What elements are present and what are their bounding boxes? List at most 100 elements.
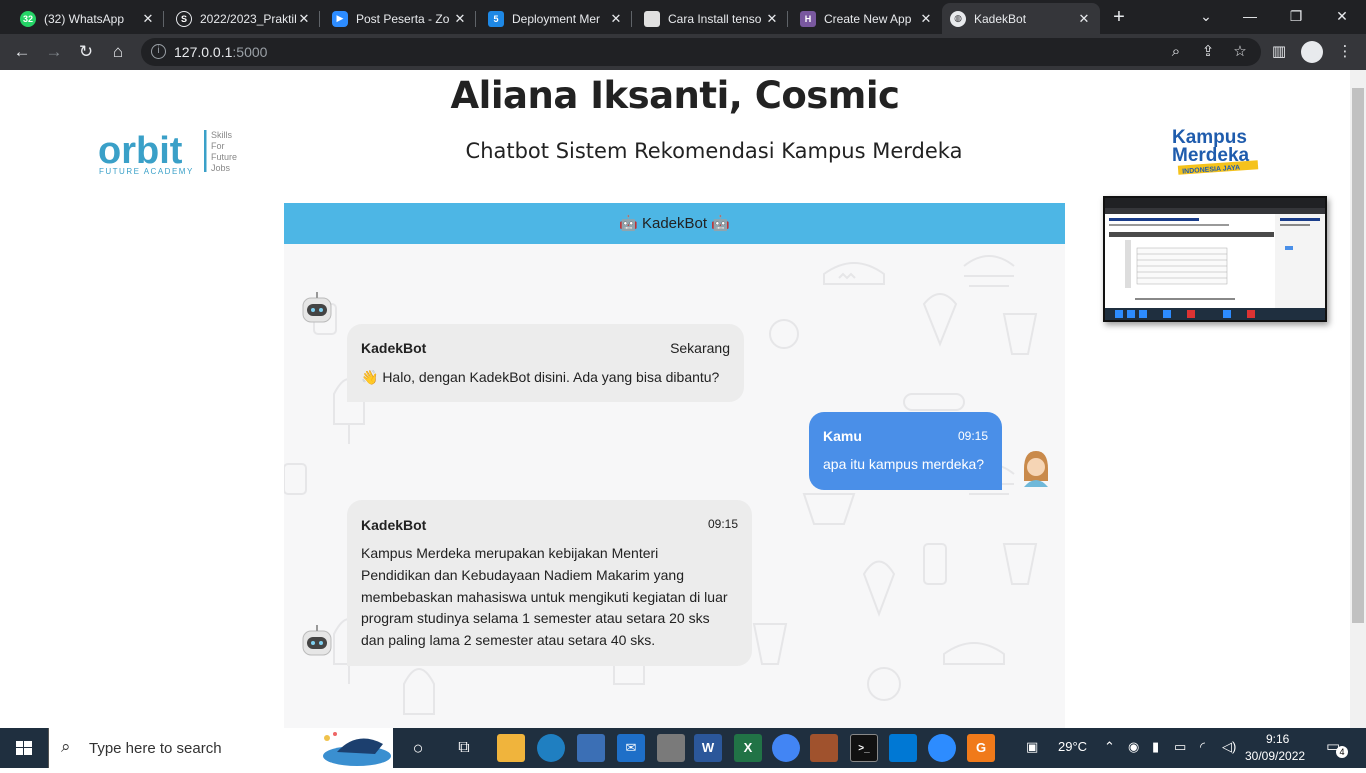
tab-heroku[interactable]: H Create New App ✕	[792, 3, 942, 34]
close-icon[interactable]: ✕	[918, 11, 934, 27]
side-panel-icon[interactable]: ▥	[1268, 41, 1290, 63]
message-sender: KadekBot	[361, 340, 427, 356]
tab-praktik[interactable]: S 2022/2023_Praktik ✕	[168, 3, 320, 34]
share-icon[interactable]: ⇪	[1197, 41, 1219, 63]
message-line: program studinya selama 1 semester atau …	[361, 610, 710, 626]
app-icon[interactable]	[657, 734, 685, 762]
tab-title: KadekBot	[974, 11, 1027, 26]
chat-window: 🤖 KadekBot 🤖 KadekBot Sekarang 👋 Halo, d…	[283, 203, 1065, 728]
profile-avatar[interactable]	[1301, 41, 1323, 63]
message-line: membebaskan mahasiswa untuk mengikuti ke…	[361, 589, 728, 605]
globe-icon: ◍	[950, 10, 966, 27]
mail-icon[interactable]: ✉	[617, 734, 645, 762]
page-content: Aliana Iksanti, Cosmic Chatbot Sistem Re…	[0, 70, 1350, 728]
svg-text:Jobs: Jobs	[211, 163, 231, 173]
edge-icon[interactable]	[537, 734, 565, 762]
new-tab-button[interactable]: +	[1108, 6, 1130, 28]
close-icon[interactable]: ✕	[452, 11, 468, 27]
close-icon[interactable]: ✕	[764, 11, 780, 27]
browser-toolbar: ← → ↻ ⌂ i 127.0.0.1:5000 ⌕ ⇪ ☆ ▥ ⋮	[0, 34, 1366, 70]
tab-kadekbot[interactable]: ◍ KadekBot ✕	[942, 3, 1100, 34]
tab-title: (32) WhatsApp	[44, 11, 125, 26]
screenshot-thumbnail[interactable]	[1103, 196, 1327, 322]
taskbar-search[interactable]: ⌕ Type here to search	[48, 728, 393, 768]
tab-title: Deployment Mer	[512, 11, 601, 26]
bot-avatar	[299, 290, 335, 330]
weather-text[interactable]: 29°C	[1058, 739, 1087, 754]
message-text: 👋 Halo, dengan KadekBot disini. Ada yang…	[361, 369, 720, 385]
excel-icon[interactable]: X	[734, 734, 762, 762]
orbit-logo: orbit FUTURE ACADEMY Skills For Future J…	[98, 128, 258, 178]
forward-icon[interactable]: →	[42, 40, 66, 64]
tab-title: Post Peserta - Zo	[356, 11, 450, 26]
app-g-icon[interactable]: G	[967, 734, 995, 762]
page-icon	[644, 10, 660, 27]
kampus-merdeka-logo: Kampus Merdeka INDONESIA JAYA	[1170, 126, 1262, 176]
message-line: dan paling lama 2 semester atau setara 4…	[361, 632, 656, 648]
store-icon[interactable]	[577, 734, 605, 762]
close-icon[interactable]: ✕	[1076, 11, 1092, 27]
chevron-up-icon[interactable]: ⌃	[1104, 739, 1115, 755]
tab-whatsapp[interactable]: 32 (32) WhatsApp ✕	[12, 3, 164, 34]
wifi-icon[interactable]: ◜	[1200, 739, 1205, 755]
winrar-icon[interactable]	[810, 734, 838, 762]
windows-taskbar: ⌕ Type here to search ○ ⧉ ✉ W X >_ G ▣ 2…	[0, 728, 1366, 768]
message-time: 09:15	[707, 517, 738, 531]
meet-now-icon[interactable]: ◉	[1128, 739, 1139, 755]
volume-icon[interactable]: ◁)	[1222, 739, 1236, 755]
info-icon[interactable]: i	[151, 44, 166, 59]
tab-title: 2022/2023_Praktik	[200, 11, 296, 26]
chrome-icon[interactable]	[772, 734, 800, 762]
orbit-logo-sub: FUTURE ACADEMY	[99, 167, 194, 176]
close-window-button[interactable]: ✕	[1322, 4, 1362, 28]
back-icon[interactable]: ←	[10, 40, 34, 64]
tab-search-icon[interactable]: ⌄	[1186, 4, 1226, 28]
home-icon[interactable]: ⌂	[106, 40, 130, 64]
cortana-icon[interactable]: ○	[404, 734, 432, 762]
close-icon[interactable]: ✕	[608, 11, 624, 27]
zoom-icon: ▶	[332, 10, 348, 27]
message-sender: Kamu	[823, 428, 862, 444]
close-icon[interactable]: ✕	[140, 11, 156, 27]
file-explorer-icon[interactable]	[497, 734, 525, 762]
heroku-icon: H	[800, 10, 816, 27]
vscode-icon[interactable]	[889, 734, 917, 762]
zoom-app-icon[interactable]	[928, 734, 956, 762]
task-view-icon[interactable]: ⧉	[450, 734, 478, 762]
close-icon[interactable]: ✕	[296, 11, 312, 27]
zoom-lens-icon[interactable]: ⌕	[1165, 41, 1187, 63]
minimize-button[interactable]: —	[1230, 4, 1270, 28]
search-placeholder: Type here to search	[89, 740, 222, 757]
chat-message-user: Kamu 09:15 apa itu kampus merdeka?	[809, 412, 1002, 490]
reload-icon[interactable]: ↻	[74, 40, 98, 64]
chat-message-bot: KadekBot 09:15 Kampus Merdeka merupakan …	[347, 500, 752, 666]
word-icon[interactable]: W	[694, 734, 722, 762]
scrollbar-thumb[interactable]	[1352, 88, 1364, 623]
s-icon: S	[176, 10, 192, 27]
terminal-icon[interactable]: >_	[850, 734, 878, 762]
message-time: Sekarang	[670, 340, 730, 356]
tab-zoom[interactable]: ▶ Post Peserta - Zo ✕	[324, 3, 476, 34]
weather-icon[interactable]: ▣	[1026, 739, 1038, 755]
tab-deployment[interactable]: 5 Deployment Mer ✕	[480, 3, 632, 34]
restore-button[interactable]: ❐	[1276, 4, 1316, 28]
svg-text:For: For	[211, 141, 225, 151]
clock-date[interactable]: 30/09/2022	[1245, 749, 1305, 763]
clock-time[interactable]: 9:16	[1266, 732, 1289, 746]
microphone-icon[interactable]: ▮	[1152, 739, 1159, 755]
tab-tensorflow[interactable]: Cara Install tenso ✕	[636, 3, 788, 34]
svg-text:Future: Future	[211, 152, 237, 162]
address-bar[interactable]: i 127.0.0.1:5000 ⌕ ⇪ ☆	[141, 38, 1261, 66]
chat-header: 🤖 KadekBot 🤖	[284, 203, 1065, 244]
message-time: 09:15	[957, 429, 988, 443]
user-avatar	[1018, 449, 1054, 489]
page-title: Aliana Iksanti, Cosmic	[450, 74, 900, 117]
bookmark-star-icon[interactable]: ☆	[1229, 41, 1251, 63]
message-line: Pendidikan dan Kebudayaan Nadiem Makarim…	[361, 567, 684, 583]
menu-icon[interactable]: ⋮	[1334, 41, 1356, 63]
message-sender: KadekBot	[361, 517, 427, 533]
message-text: apa itu kampus merdeka?	[823, 456, 985, 472]
battery-icon[interactable]: ▭	[1174, 739, 1186, 755]
five-icon: 5	[488, 10, 504, 27]
start-button[interactable]	[0, 728, 48, 768]
